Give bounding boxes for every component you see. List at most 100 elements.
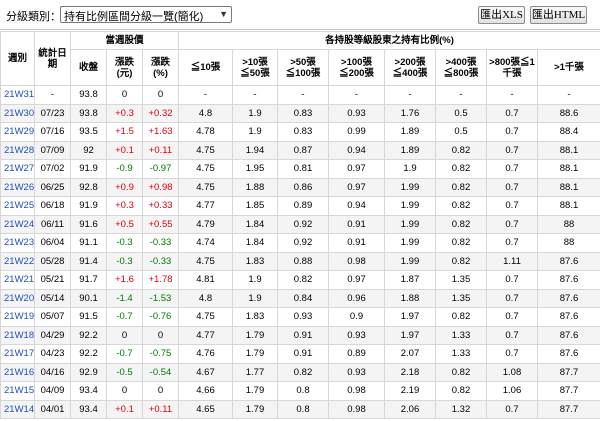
ratio-cell: 4.76 [178, 344, 233, 364]
ratio-cell: 1.35 [435, 270, 487, 290]
week-link[interactable]: 21W14 [0, 399, 35, 419]
ratio-cell: 4.79 [178, 214, 233, 234]
category-select[interactable]: 持有比例區間分級一覽(簡化) ▼ [60, 6, 232, 23]
ratio-cell: 0.9 [328, 307, 385, 327]
week-link[interactable]: 21W15 [0, 381, 35, 401]
ratio-cell: 1.06 [486, 381, 538, 401]
week-link[interactable]: 21W30 [0, 103, 35, 123]
change-pct-cell: -0.76 [142, 307, 179, 327]
ratio-cell: 4.75 [178, 159, 233, 179]
close-cell: 91.9 [70, 159, 107, 179]
change-cell: 0 [106, 381, 143, 401]
toolbar: 分級類別： 持有比例區間分級一覽(簡化) ▼ 匯出XLS 匯出HTML [0, 0, 600, 30]
week-link[interactable]: 21W29 [0, 122, 35, 142]
ratio-cell: 87.6 [536, 344, 600, 364]
change-pct-cell: +0.55 [142, 214, 179, 234]
table-row: 21W17 04/23 92.2 -0.7 -0.75 4.76 1.79 0.91 0.89 2… [0, 344, 600, 364]
ratio-cell: - [328, 85, 385, 105]
ratio-cell: 2.06 [384, 399, 436, 419]
table-row: 21W16 04/16 92.9 -0.5 -0.54 4.67 1.77 0.82 0.93 2… [0, 362, 600, 382]
ratio-cell: 88.1 [536, 159, 600, 179]
change-pct-cell: -0.97 [142, 159, 179, 179]
close-cell: 92 [70, 140, 107, 160]
ratio-cell: 0.82 [435, 362, 487, 382]
ratio-cell: 0.82 [277, 270, 329, 290]
ratio-cell: 0.7 [486, 177, 538, 197]
ratio-cell: 0.82 [435, 251, 487, 271]
table-row: 21W24 06/11 91.6 +0.5 +0.55 4.79 1.84 0.92 0.91 1… [0, 214, 600, 234]
stat-date-cell: 05/14 [34, 288, 71, 308]
week-link[interactable]: 21W24 [0, 214, 35, 234]
week-link[interactable]: 21W28 [0, 140, 35, 160]
export-html-button[interactable]: 匯出HTML [530, 6, 587, 24]
ratio-cell: 88 [536, 214, 600, 234]
stat-date-cell: 04/23 [34, 344, 71, 364]
ratio-cell: 0.91 [277, 344, 329, 364]
stat-date-cell: 07/09 [34, 140, 71, 160]
week-link[interactable]: 21W17 [0, 344, 35, 364]
week-link[interactable]: 21W19 [0, 307, 35, 327]
week-link[interactable]: 21W18 [0, 325, 35, 345]
header-level-0: ≦10張 [178, 49, 233, 86]
ratio-cell: 1.9 [384, 159, 436, 179]
change-cell: 0 [106, 85, 143, 105]
ratio-cell: 87.7 [536, 381, 600, 401]
week-link[interactable]: 21W20 [0, 288, 35, 308]
week-link[interactable]: 21W27 [0, 159, 35, 179]
ratio-cell: 0.82 [435, 381, 487, 401]
ratio-cell: 0.97 [328, 270, 385, 290]
ratio-cell: 0.92 [277, 233, 329, 253]
ratio-cell: 0.84 [277, 288, 329, 308]
ratio-cell: 1.33 [435, 344, 487, 364]
week-link[interactable]: 21W31 [0, 85, 35, 105]
week-link[interactable]: 21W22 [0, 251, 35, 271]
close-cell: 91.4 [70, 251, 107, 271]
change-cell: +1.5 [106, 122, 143, 142]
ratio-cell: 0.7 [486, 196, 538, 216]
table-row: 21W21 05/21 91.7 +1.6 +1.78 4.81 1.9 0.82 0.97 1.… [0, 270, 600, 290]
ratio-cell: 0.88 [277, 251, 329, 271]
close-cell: 90.1 [70, 288, 107, 308]
table-row: 21W31-93.8 0 0- - - - - - - - [0, 85, 600, 105]
ratio-cell: 1.79 [232, 325, 278, 345]
table-row: 21W25 06/18 91.9 +0.3 +0.33 4.77 1.85 0.89 0.94 1… [0, 196, 600, 216]
ratio-cell: 0.7 [486, 214, 538, 234]
ratio-cell: 0.91 [277, 325, 329, 345]
ratio-cell: - [536, 85, 600, 105]
week-link[interactable]: 21W26 [0, 177, 35, 197]
ratio-cell: 1.89 [384, 122, 436, 142]
ratio-cell: 0.94 [328, 140, 385, 160]
table-row: 21W22 05/28 91.4 -0.3 -0.33 4.75 1.83 0.88 0.98 1… [0, 251, 600, 271]
close-cell: 91.7 [70, 270, 107, 290]
ratio-cell: 0.99 [328, 122, 385, 142]
week-link[interactable]: 21W25 [0, 196, 35, 216]
ratio-cell: 1.83 [232, 251, 278, 271]
ratio-cell: 0.7 [486, 159, 538, 179]
week-link[interactable]: 21W21 [0, 270, 35, 290]
ratio-cell: 4.75 [178, 307, 233, 327]
close-cell: 92.8 [70, 177, 107, 197]
stat-date-cell: 07/16 [34, 122, 71, 142]
ratio-cell: 0.7 [486, 270, 538, 290]
ratio-cell: 0.83 [277, 122, 329, 142]
ratio-cell: 1.87 [384, 270, 436, 290]
ratio-cell: 0.82 [277, 362, 329, 382]
stat-date-cell: - [34, 85, 71, 105]
ratio-cell: 0.96 [328, 288, 385, 308]
export-xls-button[interactable]: 匯出XLS [478, 6, 525, 24]
close-cell: 91.5 [70, 307, 107, 327]
change-cell: +0.5 [106, 214, 143, 234]
ratio-cell: 0.98 [328, 399, 385, 419]
week-link[interactable]: 21W23 [0, 233, 35, 253]
change-cell: +0.3 [106, 196, 143, 216]
table-row: 21W19 05/07 91.5 -0.7 -0.76 4.75 1.83 0.93 0.9 1.… [0, 307, 600, 327]
ratio-cell: 1.99 [384, 251, 436, 271]
stat-date-cell: 05/07 [34, 307, 71, 327]
ratio-cell: 0.98 [328, 251, 385, 271]
close-cell: 93.8 [70, 85, 107, 105]
ratio-cell: 1.99 [384, 177, 436, 197]
week-link[interactable]: 21W16 [0, 362, 35, 382]
header-change: 漲跌(元) [106, 49, 143, 86]
ratio-cell: 2.19 [384, 381, 436, 401]
change-cell: -0.3 [106, 233, 143, 253]
